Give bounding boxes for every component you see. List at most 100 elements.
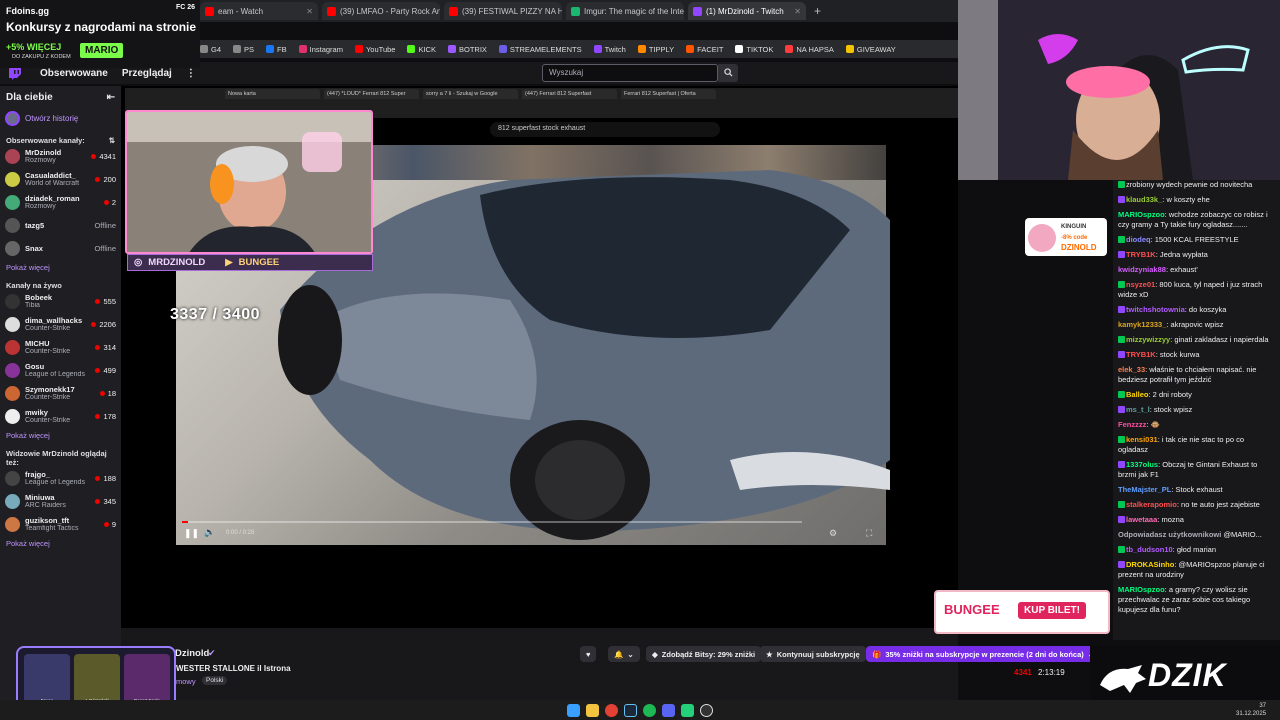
sidebar-channel[interactable]: Bobeek Tibia 555	[0, 290, 121, 313]
chat-message[interactable]: twitchshotownia: do koszyka	[1118, 305, 1274, 315]
chat-username[interactable]: MARIOspzoo	[1118, 210, 1165, 219]
chat-message[interactable]: 1337olus: Obczaj te Gintani Exhaust to b…	[1118, 460, 1274, 480]
search-input[interactable]: Wyszukaj	[542, 64, 718, 82]
bookmark-item[interactable]: FACEIT	[686, 45, 723, 54]
app-icon[interactable]	[681, 703, 694, 717]
sidebar-channel[interactable]: Szymonekk17 Counter-Strike 18	[0, 382, 121, 405]
bookmark-item[interactable]: G4	[200, 45, 221, 54]
browser-tab[interactable]: (1) MrDzinold - Twitch ✕	[688, 2, 806, 20]
chat-message[interactable]: TRYB1K: Jedna wypłata	[1118, 250, 1274, 260]
chrome-icon[interactable]	[605, 703, 618, 717]
bookmark-item[interactable]: STREAMELEMENTS	[498, 45, 582, 54]
bookmark-item[interactable]: BOTRIX	[447, 45, 487, 54]
sidebar-channel[interactable]: Gosu League of Legends 499	[0, 359, 121, 382]
chat-message[interactable]: DROKASinho: @MARIOspzoo planuje ci preze…	[1118, 560, 1274, 580]
chat-message[interactable]: Balleo: 2 dni roboty	[1118, 390, 1274, 400]
video-progress-track[interactable]	[182, 521, 802, 523]
chat-message[interactable]: TRYB1K: stock kurwa	[1118, 350, 1274, 360]
chat-message[interactable]: elek_33: właśnie to chciałem napisać. ni…	[1118, 365, 1274, 385]
history-link[interactable]: Otwórz historię	[0, 107, 121, 130]
chat-message[interactable]: Odpowiadasz użytkownikowi @MARIO...	[1118, 530, 1274, 540]
fullscreen-icon[interactable]: ⛶	[866, 528, 872, 539]
sidebar-channel[interactable]: dziadek_roman Rozmowy 2	[0, 191, 121, 214]
chat-message[interactable]: nsyze01: 800 kuca, tyl naped i juz strac…	[1118, 280, 1274, 300]
spotify-icon[interactable]	[643, 703, 656, 717]
sidebar-channel[interactable]: guzikson_tft Teamfight Tactics 9	[0, 513, 121, 536]
chat-message[interactable]: TheMajster_PL: Stock exhaust	[1118, 485, 1274, 495]
bookmark-item[interactable]: FB	[266, 45, 287, 54]
sidebar-channel[interactable]: frajgo_ League of Legends 188	[0, 467, 121, 490]
chat-message[interactable]: kensi031: i tak cie nie stac to po co og…	[1118, 435, 1274, 455]
show-more-followed[interactable]: Pokaż więcej	[0, 260, 121, 275]
bookmark-item[interactable]: TIKTOK	[735, 45, 773, 54]
chat-username[interactable]: TRYB1K	[1126, 350, 1156, 359]
bits-button[interactable]: ◆ Zdobądź Bitsy: 29% zniżki	[646, 646, 762, 662]
show-more-also[interactable]: Pokaż więcej	[0, 536, 121, 551]
chat-message[interactable]: klaud33k_: w koszty ehe	[1118, 195, 1274, 205]
sidebar-channel[interactable]: Casualaddict_ World of Warcraft 200	[0, 168, 121, 191]
chat-username[interactable]: klaud33k_	[1126, 195, 1162, 204]
sidebar-channel[interactable]: MrDzinold Rozmowy 4341	[0, 145, 121, 168]
chat-username[interactable]: Balleo	[1126, 390, 1149, 399]
chat-username[interactable]: tb_dudson10	[1126, 545, 1173, 554]
chat-message[interactable]: MARIOspzoo: wchodze zobaczyc co robisz i…	[1118, 210, 1274, 230]
file-explorer-icon[interactable]	[586, 703, 599, 717]
bookmark-item[interactable]: KICK	[407, 45, 436, 54]
browser-tab[interactable]: Imgur: The magic of the Intern✕	[566, 2, 684, 20]
nav-more-icon[interactable]: ⋮	[186, 68, 196, 79]
chat-username[interactable]: lawetaaa	[1126, 515, 1157, 524]
sidebar-channel[interactable]: Snax Offline	[0, 237, 121, 260]
sort-icon[interactable]: ⇅	[109, 136, 115, 145]
bookmark-item[interactable]: Twitch	[593, 45, 626, 54]
chat-message[interactable]: zrobiony wydech pewnie od novitecha	[1118, 180, 1274, 190]
chat-username[interactable]: kensi031	[1126, 435, 1158, 444]
chat-username[interactable]: kamyk12333_	[1118, 320, 1166, 329]
chat-username[interactable]: DROKASinho	[1126, 560, 1174, 569]
chat-message[interactable]: stalkerapomio: no te auto jest zajebiste	[1118, 500, 1274, 510]
sidebar-channel[interactable]: Miniuwa ARC Raiders 345	[0, 490, 121, 513]
chat-username[interactable]: mizzywizzyy	[1126, 335, 1170, 344]
chat-username[interactable]: MARIOspzoo	[1118, 585, 1165, 594]
chat-username[interactable]: elek_33	[1118, 365, 1145, 374]
chat-username[interactable]: stalkerapomio	[1126, 500, 1177, 509]
chat-message[interactable]: diodeq: 1500 KCAL FREESTYLE	[1118, 235, 1274, 245]
close-tab-icon[interactable]: ✕	[794, 7, 801, 16]
bookmark-item[interactable]: NA HAPSA	[785, 45, 834, 54]
bookmark-item[interactable]: GIVEAWAY	[845, 45, 896, 54]
sidebar-channel[interactable]: tazg5 Offline	[0, 214, 121, 237]
chat-message[interactable]: kwidzyniak88: exhaust'	[1118, 265, 1274, 275]
twitch-logo-icon[interactable]	[8, 66, 22, 80]
browser-tab[interactable]: (39) LMFAO - Party Rock Anthe✕	[322, 2, 440, 20]
chat-message[interactable]: lawetaaa: mozna	[1118, 515, 1274, 525]
channel-name[interactable]: Dzinold	[175, 648, 209, 659]
bookmark-item[interactable]: TIPPLY	[637, 45, 674, 54]
chat-username[interactable]: nsyze01	[1126, 280, 1155, 289]
nav-followed-link[interactable]: Obserwowane	[40, 68, 108, 79]
bookmark-item[interactable]: PS	[233, 45, 254, 54]
sidebar-channel[interactable]: MICHU Counter-Strike 314	[0, 336, 121, 359]
bookmark-item[interactable]: YouTube	[354, 45, 395, 54]
chat-username[interactable]: TheMajster_PL	[1118, 485, 1171, 494]
chat-username[interactable]: twitchshotownia	[1126, 305, 1185, 314]
steam-icon[interactable]	[624, 703, 637, 717]
chat-message[interactable]: ms_t_l: stock wpisz	[1118, 405, 1274, 415]
chat-message[interactable]: Fenzzzz: 🐵	[1118, 420, 1274, 430]
new-tab-icon[interactable]: +	[814, 4, 821, 18]
chat-username[interactable]: kwidzyniak88	[1118, 265, 1166, 274]
chat-message[interactable]: tb_dudson10: głod marian	[1118, 545, 1274, 555]
pause-icon[interactable]: ❚❚	[184, 528, 199, 539]
stream-category[interactable]: mowy	[176, 677, 196, 686]
settings-gear-icon[interactable]: ⚙	[829, 528, 837, 539]
chat-message[interactable]: MARIOspzoo: a gramy? czy wolisz sie prze…	[1118, 585, 1274, 615]
chat-username[interactable]: Fenzzzz	[1118, 420, 1146, 429]
chat-message[interactable]: kamyk12333_: akrapovic wpisz	[1118, 320, 1274, 330]
notifications-button[interactable]: 🔔 ⌄	[608, 646, 640, 662]
close-tab-icon[interactable]: ✕	[306, 7, 313, 16]
volume-icon[interactable]: 🔈	[204, 527, 215, 538]
sidebar-channel[interactable]: mwiky Counter-Strike 178	[0, 405, 121, 428]
follow-heart-button[interactable]: ♥	[580, 646, 597, 662]
nav-browse-link[interactable]: Przeglądaj	[122, 68, 172, 79]
language-tag[interactable]: Polski	[202, 676, 228, 685]
search-button[interactable]	[718, 64, 738, 82]
browser-tab[interactable]: (39) FESTIWAL PIZZY NA HAPS✕	[444, 2, 562, 20]
